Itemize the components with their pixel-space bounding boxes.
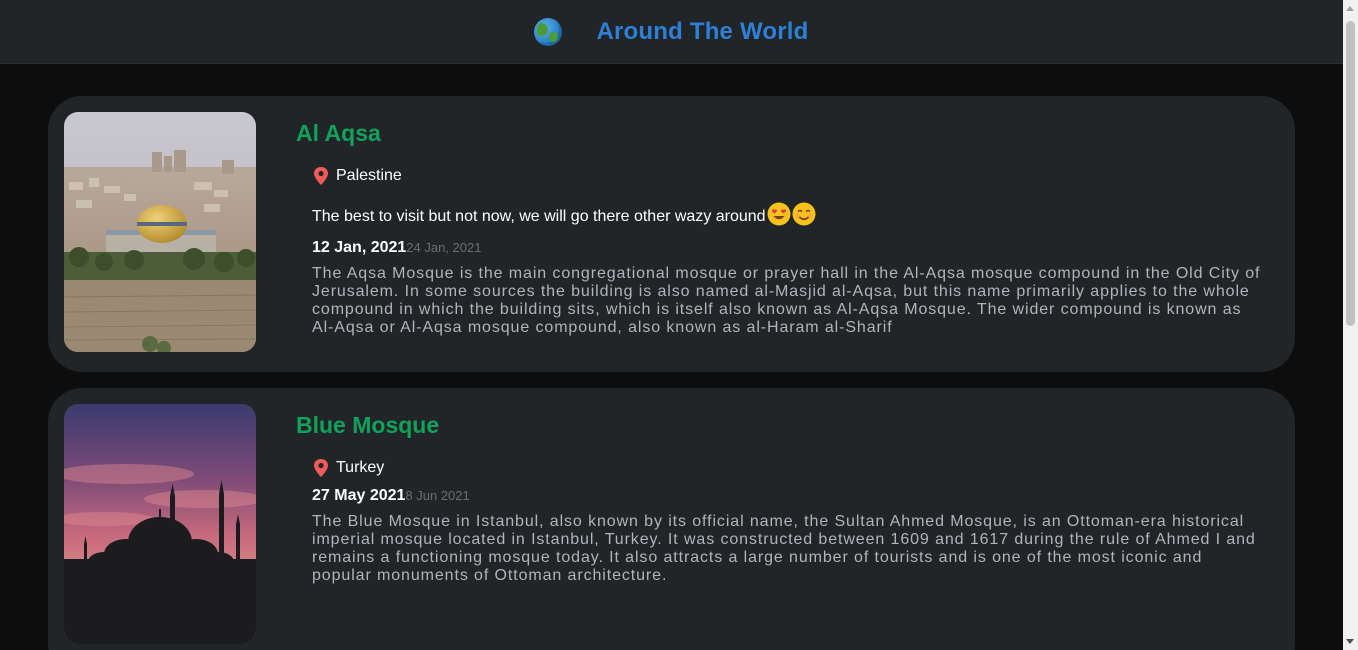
start-date: 27 May 2021 — [312, 487, 406, 504]
date-range: 12 Jan, 2021 24 Jan, 2021 — [312, 239, 481, 257]
scroll-down-arrow-icon[interactable] — [1346, 639, 1354, 644]
location: Turkey — [312, 458, 384, 478]
tagline: The best to visit but not now, we will g… — [312, 202, 816, 226]
tagline-text: The best to visit but not now, we will g… — [312, 208, 766, 225]
start-date: 12 Jan, 2021 — [312, 239, 407, 256]
site-header: Around The World — [0, 0, 1343, 64]
scroll-thumb[interactable] — [1346, 21, 1355, 326]
place-card: Al Aqsa Palestine The best to visit but … — [48, 96, 1295, 372]
scroll-up-arrow-icon[interactable] — [1346, 6, 1354, 11]
place-description: The Aqsa Mosque is the main congregation… — [312, 265, 1261, 336]
place-title: Al Aqsa — [296, 120, 381, 146]
site-title: Around The World — [596, 17, 809, 45]
place-photo — [64, 404, 256, 644]
end-date: 8 Jun 2021 — [405, 488, 470, 503]
end-date: 24 Jan, 2021 — [406, 240, 482, 255]
place-card: Blue Mosque Turkey 27 May 2021 8 Jun 202… — [48, 388, 1295, 650]
heart-eyes-emoji-icon — [767, 202, 791, 226]
map-pin-icon — [314, 459, 328, 477]
place-title: Blue Mosque — [296, 412, 440, 438]
place-description: The Blue Mosque in Istanbul, also known … — [312, 513, 1256, 584]
globe-icon — [534, 17, 563, 46]
map-pin-icon — [314, 167, 328, 185]
date-range: 27 May 2021 8 Jun 2021 — [312, 487, 470, 505]
vertical-scrollbar[interactable] — [1343, 0, 1358, 650]
location: Palestine — [312, 166, 402, 186]
place-photo — [64, 112, 256, 352]
smiling-emoji-icon — [792, 202, 816, 226]
location-label: Turkey — [336, 459, 385, 476]
page-viewport: Around The World Al Aqsa Palestine The b… — [0, 0, 1343, 650]
location-label: Palestine — [336, 167, 402, 184]
